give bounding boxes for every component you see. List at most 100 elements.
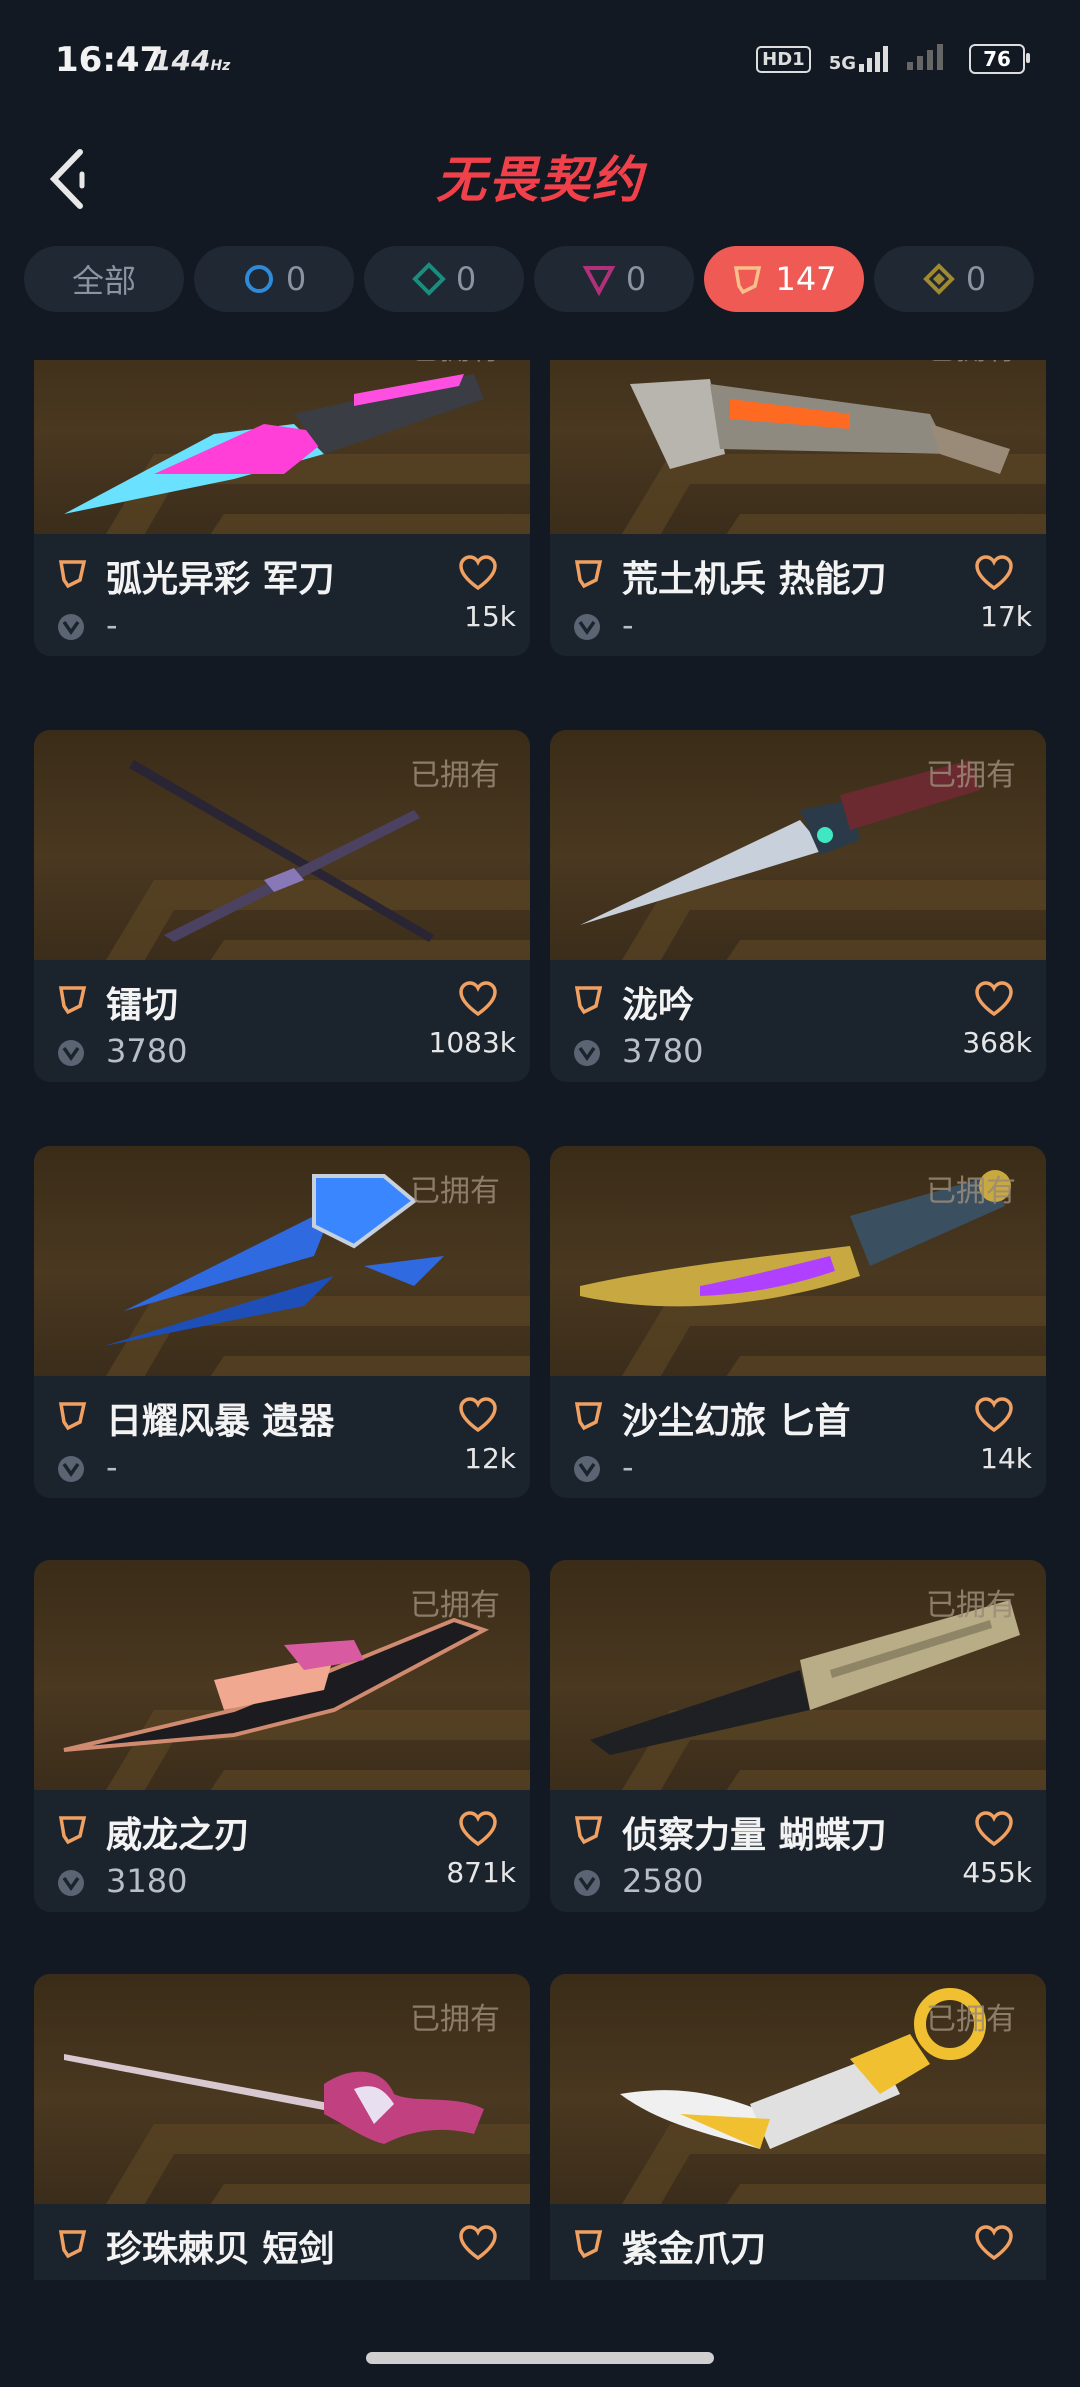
skin-info: 威龙之刃 3180 871k [34, 1790, 530, 1912]
skin-art: 已拥有 [550, 730, 1046, 960]
valorant-points-icon [58, 614, 84, 640]
skin-name: 威龙之刃 [106, 1815, 251, 1856]
weapon-image [630, 379, 1010, 474]
skin-price: 3780 [622, 1032, 704, 1070]
skin-card[interactable]: 已拥有 珍珠棘贝 短剑 [34, 1974, 530, 2280]
valorant-points-icon [574, 614, 600, 640]
skin-card[interactable]: 已拥有 紫金爪刀 [550, 1974, 1046, 2280]
game-logo: 无畏契约 [436, 151, 644, 209]
skin-card[interactable]: 已拥有 泷吟 3780 368k [550, 730, 1046, 1082]
circle-tier-icon [244, 265, 273, 293]
heart-icon[interactable] [974, 1810, 1014, 1848]
pentagon-tier-icon [58, 2230, 87, 2259]
skin-art: 已拥有 [34, 360, 530, 534]
filter-deluxe-tier[interactable]: 0 [364, 246, 524, 312]
pentagon-tier-icon [574, 560, 603, 589]
title-bar: 无畏契约 [0, 130, 1080, 240]
skin-price: - [622, 606, 634, 644]
skin-name: 弧光异彩 军刀 [106, 559, 335, 600]
skin-art: 已拥有 [550, 1146, 1046, 1376]
heart-icon[interactable] [458, 554, 498, 592]
skin-info: 沙尘幻旅 匕首 - 14k [550, 1376, 1046, 1498]
like-count: 455k [962, 1856, 1032, 1889]
heart-icon[interactable] [974, 1396, 1014, 1434]
valorant-points-icon [58, 1040, 84, 1066]
like-count: 1083k [428, 1026, 516, 1059]
skin-card[interactable]: 已拥有 威龙之刃 3180 871k [34, 1560, 530, 1912]
diamond-tier-icon [411, 262, 446, 296]
skin-card[interactable]: 已拥有 日耀风暴 遗器 - 12k [34, 1146, 530, 1498]
skin-info: 紫金爪刀 [550, 2204, 1046, 2280]
like-count: 14k [980, 1442, 1032, 1475]
pentagon-tier-icon [574, 2230, 603, 2259]
weapon-image [64, 374, 484, 514]
skin-price: - [622, 1448, 634, 1486]
like-count: 15k [464, 600, 516, 633]
filter-ultra-tier[interactable]: 0 [874, 246, 1034, 312]
skin-info: 弧光异彩 军刀 - 15k [34, 534, 530, 656]
valorant-points-icon [574, 1456, 600, 1482]
skin-art: 已拥有 [550, 360, 1046, 534]
signal-icon [907, 44, 951, 74]
pentagon-tier-icon [58, 1816, 87, 1845]
skin-card[interactable]: 已拥有 荒土机兵 热能刀 - 17k [550, 360, 1046, 656]
clock: 16:47 [55, 40, 164, 80]
heart-icon[interactable] [458, 980, 498, 1018]
skin-price: 3180 [106, 1862, 188, 1900]
skin-grid: 已拥有 弧光异彩 军刀 - 15k 已拥有 荒土机兵 热能刀 [0, 360, 1080, 2280]
skin-info: 泷吟 3780 368k [550, 960, 1046, 1082]
skin-name: 镭切 [106, 985, 179, 1026]
filter-premium-tier[interactable]: 0 [534, 246, 694, 312]
skin-name: 沙尘幻旅 匕首 [622, 1401, 851, 1442]
home-indicator[interactable] [366, 2352, 714, 2364]
valorant-points-icon [58, 1870, 84, 1896]
skin-card[interactable]: 已拥有 侦察力量 蝴蝶刀 2580 455k [550, 1560, 1046, 1912]
skin-price: 2580 [622, 1862, 704, 1900]
skin-card[interactable]: 已拥有 弧光异彩 军刀 - 15k [34, 360, 530, 656]
skin-art: 已拥有 [34, 1146, 530, 1376]
skin-name: 珍珠棘贝 短剑 [106, 2229, 335, 2270]
heart-icon[interactable] [458, 1810, 498, 1848]
skin-name: 紫金爪刀 [622, 2229, 767, 2270]
pentagon-tier-icon [574, 1816, 603, 1845]
skin-price: - [106, 1448, 118, 1486]
pentagon-tier-icon [58, 1402, 87, 1431]
skin-art: 已拥有 [34, 1974, 530, 2204]
skin-art: 已拥有 [550, 1560, 1046, 1790]
heart-icon[interactable] [974, 554, 1014, 592]
status-bar: 16:47 144Hz HD1 5G 76 [0, 0, 1080, 130]
skin-info: 镭切 3780 1083k [34, 960, 530, 1082]
skin-card[interactable]: 已拥有 沙尘幻旅 匕首 - 14k [550, 1146, 1046, 1498]
like-count: 871k [446, 1856, 516, 1889]
heart-icon[interactable] [458, 1396, 498, 1434]
skin-card[interactable]: 已拥有 镭切 3780 1083k [34, 730, 530, 1082]
pentagon-tier-icon [574, 986, 603, 1015]
like-count: 368k [962, 1026, 1032, 1059]
skin-info: 珍珠棘贝 短剑 [34, 2204, 530, 2280]
valorant-points-icon [574, 1870, 600, 1896]
skin-info: 日耀风暴 遗器 - 12k [34, 1376, 530, 1498]
skin-art: 已拥有 [550, 1974, 1046, 2204]
filter-select-tier[interactable]: 0 [194, 246, 354, 312]
skin-price: 3780 [106, 1032, 188, 1070]
like-count: 17k [980, 600, 1032, 633]
valorant-points-icon [574, 1040, 600, 1066]
skin-info: 侦察力量 蝴蝶刀 2580 455k [550, 1790, 1046, 1912]
pentagon-tier-icon [574, 1402, 603, 1431]
skin-info: 荒土机兵 热能刀 - 17k [550, 534, 1046, 656]
skin-price: - [106, 606, 118, 644]
skin-art: 已拥有 [34, 730, 530, 960]
filter-all[interactable]: 全部 [24, 246, 184, 312]
status-icons: HD1 5G 76 [756, 44, 1030, 74]
skin-name: 荒土机兵 热能刀 [622, 559, 887, 600]
skin-art: 已拥有 [34, 1560, 530, 1790]
heart-icon[interactable] [458, 2224, 498, 2262]
triangle-tier-icon [582, 266, 616, 296]
valorant-points-icon [58, 1456, 84, 1482]
gem-tier-icon [922, 263, 955, 295]
filter-exclusive-tier[interactable]: 147 [704, 246, 864, 312]
skin-name: 泷吟 [622, 985, 695, 1026]
tier-filter-bar: 全部 0 0 0 147 0 [24, 246, 1064, 316]
heart-icon[interactable] [974, 2224, 1014, 2262]
heart-icon[interactable] [974, 980, 1014, 1018]
